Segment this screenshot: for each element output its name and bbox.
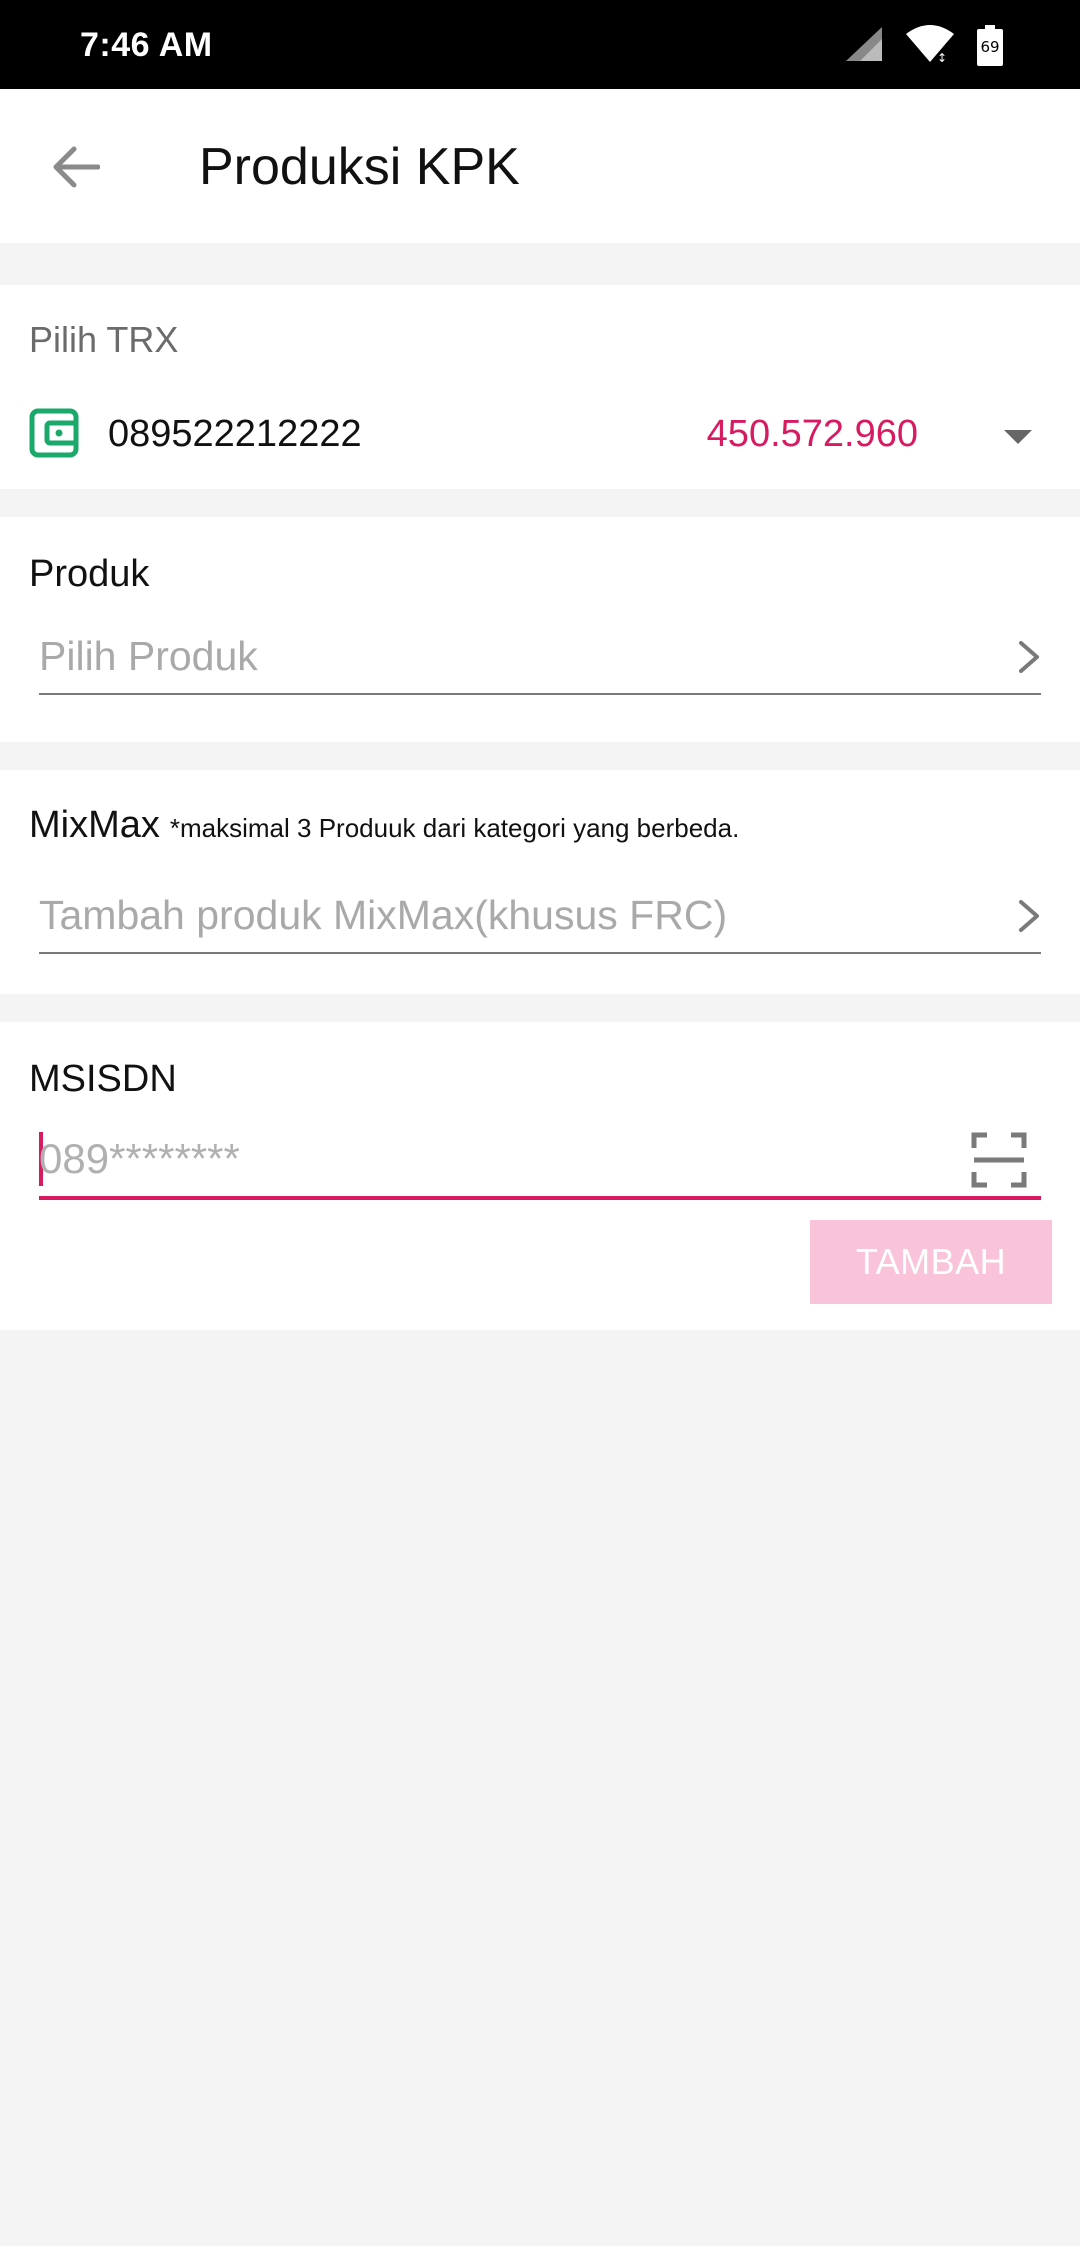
back-button[interactable] bbox=[36, 134, 116, 204]
mixmax-header: MixMax *maksimal 3 Produuk dari kategori … bbox=[29, 804, 739, 847]
mixmax-section: MixMax *maksimal 3 Produuk dari kategori … bbox=[0, 770, 1080, 994]
trx-balance: 450.572.960 bbox=[706, 413, 918, 455]
produk-select[interactable]: Pilih Produk bbox=[39, 625, 1041, 695]
msisdn-label: MSISDN bbox=[29, 1058, 177, 1100]
msisdn-field[interactable] bbox=[39, 1122, 1041, 1200]
produk-label: Produk bbox=[29, 553, 150, 595]
app-bar: Produksi KPK bbox=[0, 89, 1080, 243]
chevron-right-icon bbox=[1017, 898, 1041, 934]
tambah-button[interactable]: TAMBAH bbox=[810, 1220, 1052, 1304]
trx-number: 089522212222 bbox=[108, 413, 362, 455]
mixmax-note: *maksimal 3 Produuk dari kategori yang b… bbox=[169, 813, 740, 843]
msisdn-section: MSISDN TAMBAH bbox=[0, 1022, 1080, 1330]
status-time: 7:46 AM bbox=[80, 26, 213, 64]
produk-placeholder: Pilih Produk bbox=[39, 633, 258, 679]
mixmax-select[interactable]: Tambah produk MixMax(khusus FRC) bbox=[39, 884, 1041, 954]
trx-label: Pilih TRX bbox=[29, 319, 179, 360]
svg-text:↕: ↕ bbox=[937, 51, 947, 64]
produk-section: Produk Pilih Produk bbox=[0, 517, 1080, 742]
mixmax-label: MixMax bbox=[29, 804, 160, 846]
wallet-icon bbox=[29, 408, 79, 458]
arrow-back-icon bbox=[52, 145, 101, 194]
msisdn-input[interactable] bbox=[39, 1122, 939, 1196]
battery-level: 69 bbox=[980, 38, 1000, 56]
wifi-icon: ↕ bbox=[904, 24, 956, 69]
battery-icon: 69 bbox=[976, 25, 1004, 67]
signal-icon bbox=[844, 25, 884, 68]
page-title: Produksi KPK bbox=[199, 138, 520, 196]
status-icons: ↕ 69 bbox=[844, 22, 1004, 70]
status-bar: 7:46 AM ↕ 69 bbox=[0, 0, 1080, 89]
trx-section: Pilih TRX 089522212222 450.572.960 bbox=[0, 285, 1080, 489]
scan-barcode-icon[interactable] bbox=[971, 1132, 1027, 1188]
mixmax-placeholder: Tambah produk MixMax(khusus FRC) bbox=[39, 892, 728, 938]
chevron-right-icon bbox=[1017, 639, 1041, 675]
dropdown-arrow-icon[interactable] bbox=[1002, 427, 1034, 447]
trx-selector[interactable]: 089522212222 450.572.960 bbox=[0, 385, 1080, 485]
